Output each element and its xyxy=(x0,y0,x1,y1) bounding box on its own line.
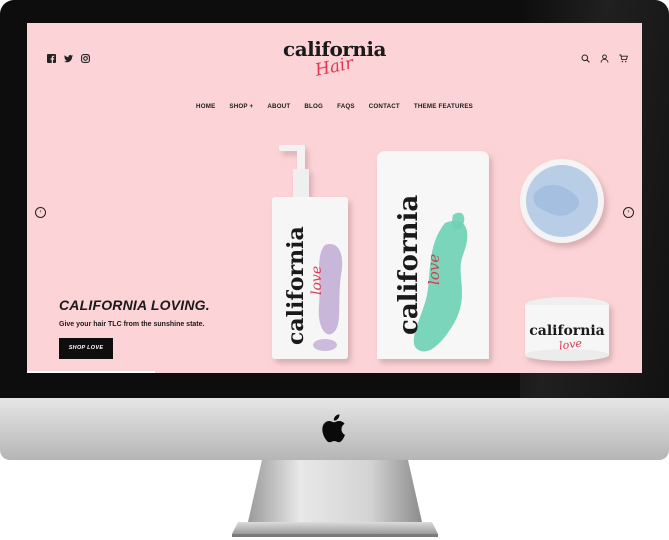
slide-prev-icon[interactable]: ‹ xyxy=(35,207,46,218)
svg-text:california: california xyxy=(283,226,309,345)
nav-about[interactable]: ABOUT xyxy=(267,103,290,110)
svg-text:california: california xyxy=(394,195,424,335)
website-screen: california Hair HOME SHOP + ABOUT BLOG F… xyxy=(27,23,642,373)
nav-blog[interactable]: BLOG xyxy=(304,103,323,110)
apple-logo-icon xyxy=(322,414,345,443)
site-logo[interactable]: california Hair xyxy=(27,37,642,81)
nav-theme-features[interactable]: THEME FEATURES xyxy=(414,103,473,110)
slide-progress xyxy=(27,371,155,373)
cart-icon[interactable] xyxy=(619,54,629,65)
header-tools xyxy=(581,54,629,65)
hero-product-image: california love california love californ… xyxy=(272,145,609,361)
slide-next-icon[interactable]: › xyxy=(623,207,634,218)
search-icon[interactable] xyxy=(581,54,590,65)
nav-shop[interactable]: SHOP + xyxy=(229,103,253,110)
svg-text:love: love xyxy=(309,266,325,295)
hero-subtitle: Give your hair TLC from the sunshine sta… xyxy=(59,321,205,328)
nav-faqs[interactable]: FAQS xyxy=(337,103,355,110)
nav-contact[interactable]: CONTACT xyxy=(369,103,400,110)
svg-text:california: california xyxy=(529,323,605,339)
nav-home[interactable]: HOME xyxy=(196,103,215,110)
shop-love-button[interactable]: SHOP LOVE xyxy=(59,338,113,359)
account-icon[interactable] xyxy=(600,54,609,65)
main-navigation: HOME SHOP + ABOUT BLOG FAQS CONTACT THEM… xyxy=(27,103,642,110)
hero-title: CALIFORNIA LOVING. xyxy=(59,297,210,313)
svg-text:love: love xyxy=(425,254,443,285)
monitor-stand xyxy=(232,460,438,537)
